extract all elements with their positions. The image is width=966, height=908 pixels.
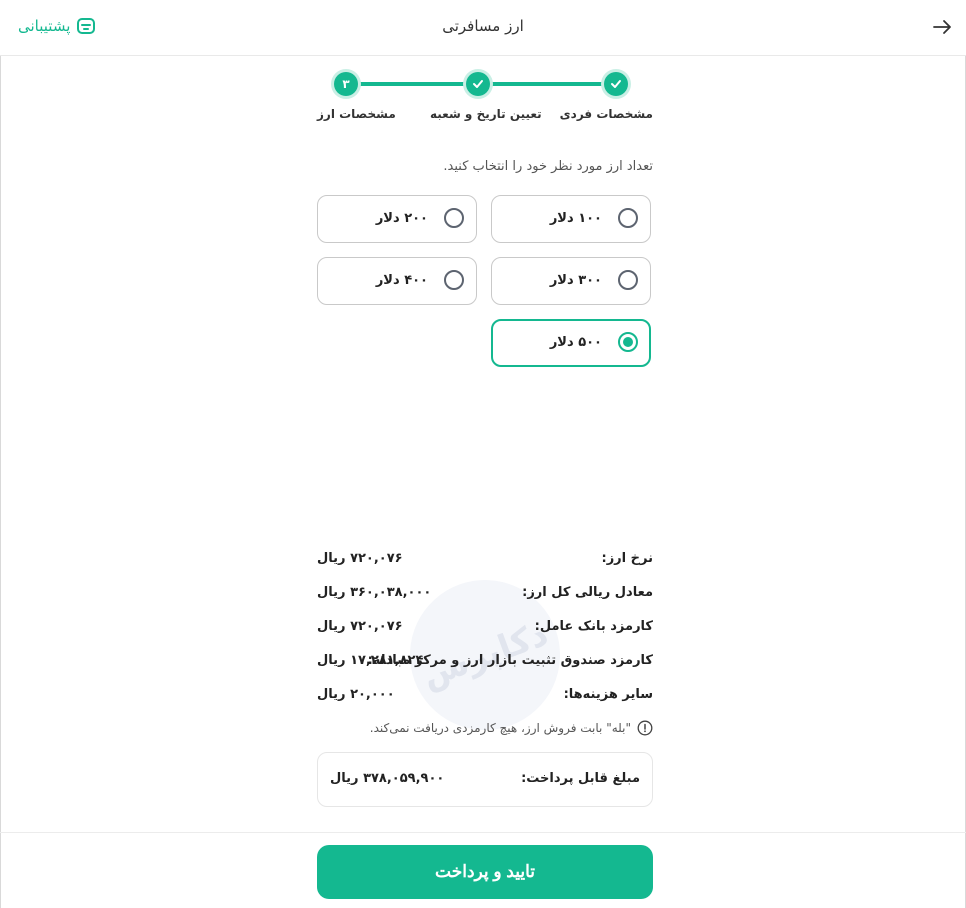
option-label: ۳۰۰ دلار: [549, 273, 602, 288]
confirm-pay-button[interactable]: تایید و پرداخت: [317, 845, 653, 899]
option-label: ۴۰۰ دلار: [375, 273, 428, 288]
summary-value: ۱۷,۲۸۱,۸۲۴ ریال: [317, 653, 424, 668]
page-title: ارز مسافرتی: [442, 17, 524, 35]
summary-row-exchange-fee: کارمزد صندوق تثبیت بازار ارز و مرکز مباد…: [317, 653, 653, 673]
step-label-2: تعیین تاریخ و شعبه: [430, 107, 542, 121]
option-100-usd[interactable]: ۱۰۰ دلار: [491, 195, 651, 243]
option-label: ۵۰۰ دلار: [549, 335, 602, 350]
radio-icon: [618, 270, 638, 290]
step-3-current: ۳: [334, 72, 358, 96]
step-connector-2: [346, 82, 478, 86]
summary-label: نرخ ارز:: [601, 551, 654, 566]
arrow-right-icon[interactable]: [930, 15, 954, 39]
step-label-1: مشخصات فردی: [559, 107, 653, 121]
summary-row-rate: نرخ ارز: ۷۲۰,۰۷۶ ریال: [317, 551, 653, 571]
step-1-done: [604, 72, 628, 96]
summary-row-rial-equivalent: معادل ریالی کل ارز: ۳۶۰,۰۳۸,۰۰۰ ریال: [317, 585, 653, 605]
summary-label: معادل ریالی کل ارز:: [522, 585, 653, 600]
radio-icon: [444, 208, 464, 228]
step-label-3: مشخصات ارز: [317, 107, 396, 121]
summary-label: سایر هزینه‌ها:: [563, 687, 653, 702]
fee-note: "بله" بابت فروش ارز، هیچ کارمزدی دریافت …: [370, 720, 653, 736]
radio-icon: [444, 270, 464, 290]
option-label: ۱۰۰ دلار: [549, 211, 602, 226]
radio-icon: [618, 208, 638, 228]
page-border-left: [0, 0, 1, 908]
check-icon: [473, 80, 483, 88]
summary-label: کارمزد بانک عامل:: [534, 619, 653, 634]
total-value: ۳۷۸,۰۵۹,۹۰۰ ریال: [330, 771, 445, 786]
header: پشتیبانی ارز مسافرتی: [0, 0, 966, 56]
check-icon: [611, 80, 621, 88]
summary-value: ۲۰,۰۰۰ ریال: [317, 687, 395, 702]
info-icon: [637, 720, 653, 736]
note-text: "بله" بابت فروش ارز، هیچ کارمزدی دریافت …: [369, 721, 631, 735]
total-label: مبلغ قابل پرداخت:: [521, 771, 640, 786]
summary-value: ۳۶۰,۰۳۸,۰۰۰ ریال: [317, 585, 432, 600]
option-200-usd[interactable]: ۲۰۰ دلار: [317, 195, 477, 243]
currency-prompt: تعداد ارز مورد نظر خود را انتخاب کنید.: [443, 159, 653, 174]
summary-row-other-costs: سایر هزینه‌ها: ۲۰,۰۰۰ ریال: [317, 687, 653, 707]
option-500-usd[interactable]: ۵۰۰ دلار: [491, 319, 651, 367]
step-connector-1: [478, 82, 616, 86]
total-payable-box: مبلغ قابل پرداخت: ۳۷۸,۰۵۹,۹۰۰ ریال: [317, 752, 653, 807]
summary-row-bank-fee: کارمزد بانک عامل: ۷۲۰,۰۷۶ ریال: [317, 619, 653, 639]
radio-selected-icon: [618, 332, 638, 352]
summary-value: ۷۲۰,۰۷۶ ریال: [317, 619, 403, 634]
option-400-usd[interactable]: ۴۰۰ دلار: [317, 257, 477, 305]
footer-divider: [0, 832, 966, 833]
step-2-done: [466, 72, 490, 96]
option-label: ۲۰۰ دلار: [375, 211, 428, 226]
option-300-usd[interactable]: ۳۰۰ دلار: [491, 257, 651, 305]
step-number: ۳: [342, 77, 350, 91]
summary-value: ۷۲۰,۰۷۶ ریال: [317, 551, 403, 566]
